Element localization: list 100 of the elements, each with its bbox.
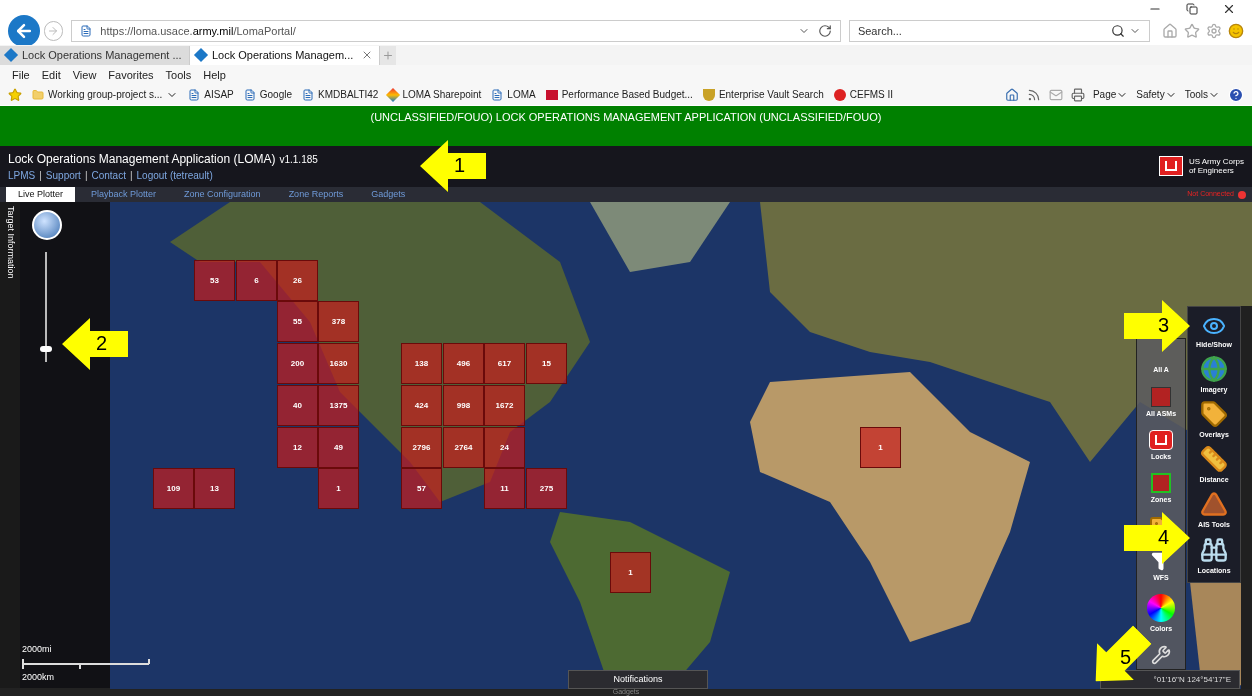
- callout-number: 1: [454, 154, 466, 176]
- favorite-link[interactable]: CEFMS II: [849, 87, 894, 103]
- cluster-cell[interactable]: 200: [277, 343, 318, 385]
- command-button[interactable]: Tools: [1184, 87, 1208, 103]
- pan-control-icon[interactable]: [32, 210, 62, 241]
- cluster-cell[interactable]: 57: [401, 468, 442, 510]
- cluster-cell[interactable]: 496: [443, 343, 484, 385]
- cluster-cell[interactable]: 26: [277, 260, 318, 302]
- zoom-slider[interactable]: [40, 250, 52, 365]
- search-icon[interactable]: [1111, 23, 1125, 38]
- help-icon[interactable]: [1228, 86, 1244, 103]
- menu-item[interactable]: Favorites: [108, 66, 154, 84]
- refresh-icon[interactable]: [817, 23, 832, 38]
- cluster-cell[interactable]: 617: [484, 343, 525, 385]
- home-icon[interactable]: [1162, 22, 1178, 39]
- cluster-cell[interactable]: 998: [443, 385, 484, 427]
- cluster-cell[interactable]: 55: [277, 301, 318, 343]
- cluster-cell[interactable]: 49: [318, 427, 359, 469]
- app-tab[interactable]: Gadgets: [359, 187, 418, 203]
- header-link[interactable]: LPMS: [8, 167, 36, 183]
- cluster-cell[interactable]: 1: [860, 427, 901, 469]
- slider-thumb[interactable]: [40, 346, 52, 353]
- settings-icon[interactable]: [1206, 22, 1222, 39]
- callout-number: 2: [96, 332, 108, 354]
- app-tab[interactable]: Zone Configuration: [172, 187, 273, 203]
- favorite-link[interactable]: Performance Based Budget...: [561, 87, 693, 103]
- cluster-cell[interactable]: 12: [277, 427, 318, 469]
- favorite-link[interactable]: LOMA: [507, 87, 536, 103]
- menu-item[interactable]: Tools: [165, 66, 192, 84]
- smiley-icon[interactable]: [1228, 22, 1244, 39]
- menu-item[interactable]: Help: [203, 66, 226, 84]
- cluster-cell[interactable]: 109: [153, 468, 194, 510]
- command-button[interactable]: Page: [1092, 87, 1117, 103]
- favorite-link[interactable]: Working group-project s...: [48, 87, 163, 103]
- cluster-cell[interactable]: 13: [194, 468, 235, 510]
- print-icon[interactable]: [1070, 87, 1085, 102]
- notifications-title: Notifications: [613, 673, 663, 687]
- scale-label: 2000km: [22, 670, 56, 684]
- menu-item[interactable]: File: [12, 66, 30, 84]
- cluster-cell[interactable]: 24: [484, 427, 525, 469]
- home-icon[interactable]: [1004, 87, 1019, 102]
- cluster-cell[interactable]: 1375: [318, 385, 359, 427]
- favorite-link[interactable]: Google: [259, 87, 293, 103]
- callout-number: 3: [1158, 314, 1170, 336]
- cluster-cell[interactable]: 424: [401, 385, 442, 427]
- link-separator: |: [84, 168, 88, 183]
- shield-icon: [702, 88, 715, 101]
- app-tab[interactable]: Zone Reports: [276, 187, 356, 203]
- search-box[interactable]: Search...: [848, 19, 1150, 42]
- search-input[interactable]: Search...: [857, 22, 1107, 40]
- app-tab[interactable]: Playback Plotter: [79, 187, 169, 203]
- menu-item[interactable]: Edit: [41, 66, 61, 84]
- add-favorite-icon[interactable]: [8, 87, 22, 102]
- menu-item[interactable]: View: [72, 66, 97, 84]
- cluster-cell[interactable]: 11: [484, 468, 525, 510]
- app-tab[interactable]: Live Plotter: [6, 187, 76, 203]
- browser-tab[interactable]: Lock Operations Managem...: [190, 45, 380, 65]
- wrench-icon: [1151, 645, 1171, 666]
- cluster-cell[interactable]: 15: [526, 343, 567, 385]
- cluster-cell[interactable]: 40: [277, 385, 318, 427]
- feed-icon[interactable]: [1026, 87, 1041, 102]
- favorite-link[interactable]: KMDBALTI42: [318, 87, 379, 103]
- new-tab-icon[interactable]: [380, 45, 396, 65]
- command-button[interactable]: Safety: [1136, 87, 1165, 103]
- cluster-cell[interactable]: 275: [526, 468, 567, 510]
- cluster-cell[interactable]: 53: [194, 260, 235, 302]
- scale-label: 2000mi: [22, 643, 53, 656]
- forward-arrow-icon: [47, 24, 60, 37]
- favorite-link[interactable]: LOMA Sharepoint: [402, 87, 482, 103]
- restore-icon[interactable]: [1186, 2, 1198, 15]
- favorite-link[interactable]: Enterprise Vault Search: [718, 87, 824, 103]
- callout-arrow: [62, 318, 128, 370]
- side-tab[interactable]: Target Information: [0, 202, 20, 688]
- zone-icon: [1151, 473, 1171, 494]
- cluster-cell[interactable]: 2796: [401, 427, 442, 469]
- app-title: Lock Operations Management Application (LOMA): [8, 150, 276, 168]
- folder-icon: [32, 88, 44, 101]
- square-icon: [1151, 386, 1171, 407]
- header-link[interactable]: Logout (tetreault): [136, 167, 213, 183]
- tab-title: Lock Operations Managem...: [212, 48, 355, 64]
- triangle-icon: [1200, 490, 1228, 519]
- header-link[interactable]: Contact: [91, 167, 126, 183]
- favorites-icon[interactable]: [1184, 22, 1200, 39]
- cluster-cell[interactable]: 1630: [318, 343, 359, 385]
- favorite-link[interactable]: AISAP: [204, 87, 234, 103]
- cluster-cell[interactable]: 2764: [443, 427, 484, 469]
- notifications-bar[interactable]: Notifications: [568, 670, 708, 690]
- cluster-cell[interactable]: 1: [318, 468, 359, 510]
- cluster-cell[interactable]: 1: [610, 552, 651, 594]
- cluster-cell[interactable]: 138: [401, 343, 442, 385]
- cluster-cell[interactable]: 1672: [484, 385, 525, 427]
- tag-icon: [1200, 400, 1228, 429]
- cluster-cell[interactable]: 378: [318, 301, 359, 343]
- callout-arrow: [1124, 300, 1190, 352]
- cluster-cell[interactable]: 6: [236, 260, 277, 302]
- address-field[interactable]: https://loma.usace.army.mil/LomaPortal/: [71, 19, 841, 42]
- browser-tab[interactable]: Lock Operations Management ...: [0, 45, 190, 65]
- mail-icon[interactable]: [1048, 87, 1063, 102]
- header-link[interactable]: Support: [45, 167, 81, 183]
- back-button[interactable]: [8, 14, 40, 47]
